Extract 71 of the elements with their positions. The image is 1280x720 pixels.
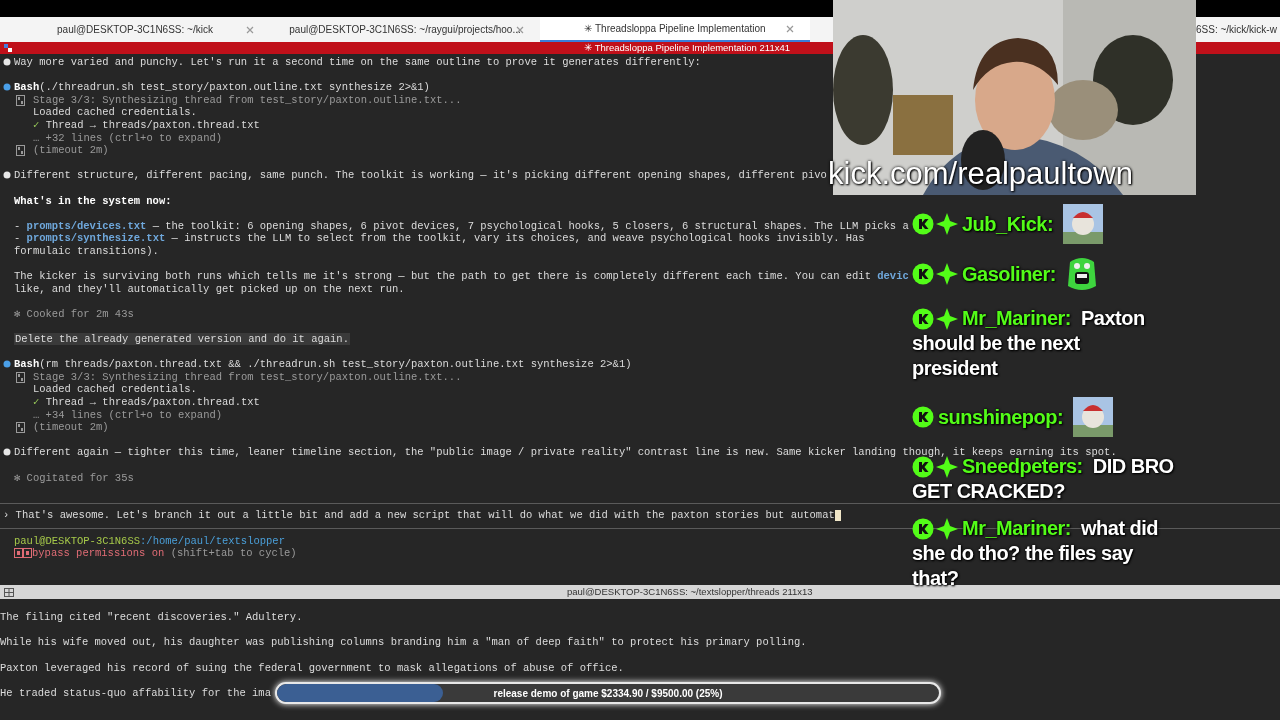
terminal-line: Stage 3/3: Synthesizing thread from test_story/paxton.outline.txt...	[33, 93, 462, 106]
terminal-line: He traded status-quo affability for the ima	[0, 686, 271, 699]
glyph-box-icon	[16, 145, 25, 157]
chat-username: Gasoliner:	[962, 261, 1056, 287]
tab[interactable]: 6SS: ~/kick/kick-w	[1196, 17, 1280, 42]
terminal-line: ✓ Thread → threads/paxton.thread.txt	[33, 118, 260, 131]
badge-icon	[912, 455, 934, 478]
goal-label: release demo of game $2334.90 / $9500.00 (25%)	[492, 686, 724, 701]
terminal-line: The kicker is surviving both runs which tells me it's strong — but the path to get there is completely different each time. You can edit devic	[14, 270, 909, 283]
chat-username: Mr_Mariner:	[962, 306, 1071, 331]
terminal-line: Stage 3/3: Synthesizing thread from test_story/paxton.outline.txt...	[33, 370, 462, 383]
bullet-icon	[3, 360, 11, 369]
close-icon[interactable]	[246, 25, 254, 34]
chat-username: Jub_Kick:	[962, 211, 1054, 237]
bullet-icon	[3, 448, 11, 457]
terminal-line: ✻ Cogitated for 35s	[14, 471, 134, 484]
chat-message: that?	[912, 566, 959, 591]
chat-message: Paxton	[1081, 306, 1145, 331]
terminal-line: ✓ Thread → threads/paxton.thread.txt	[33, 396, 260, 409]
title-text: ✳ Threadsloppa Pipeline Implementation 211x41	[584, 40, 790, 55]
terminal-icon	[4, 44, 12, 52]
chat-username: Mr_Mariner:	[962, 516, 1071, 541]
terminal-line: Way more varied and punchy. Let's run it a second time on the same outline to prove it generates differently:	[14, 56, 701, 68]
terminal-line: … +34 lines (ctrl+o to expand)	[33, 408, 223, 421]
text-cursor	[834, 510, 841, 522]
tab[interactable]: ✳ Threadsloppa Pipeline Implementation	[540, 17, 810, 42]
terminal-line: like, and they'll automatically get picked up on the next run.	[14, 282, 405, 295]
terminal-line: (timeout 2m)	[33, 144, 109, 157]
chat-username: sunshinepop:	[938, 404, 1064, 430]
chat-message: GET CRACKED?	[912, 479, 1065, 504]
close-icon[interactable]	[786, 24, 794, 33]
terminal-line: paul@DESKTOP-3C1N6SS:/home/paul/textslopper	[14, 534, 285, 547]
glyph-box-icon	[16, 422, 25, 434]
terminal-line: The filing cited "recent discoveries." Adultery.	[0, 611, 303, 623]
chat-message: should be the next	[912, 331, 1080, 356]
terminal-line: Loaded cached credentials.	[33, 383, 197, 396]
bullet-icon	[3, 171, 11, 180]
badge-icon	[912, 307, 934, 330]
badge-icon	[912, 263, 934, 285]
terminal-line: … +32 lines (ctrl+o to expand)	[33, 131, 223, 144]
terminal-line: Loaded cached credentials.	[33, 106, 197, 119]
terminal-line: Different again — tighter this time, leaner timeline section, the "public image / private reality" contrast line is new. Same kicker landing though, it keeps earning its spot.	[14, 446, 1117, 459]
terminal-line: › That's awesome. Let's branch it out a little bit and add a new script that will do what we did with the paxton stories but automat	[3, 509, 835, 522]
split-icon	[4, 587, 14, 597]
user-message: Delete the already generated version and do it again.	[14, 333, 350, 346]
terminal-line: Paxton leveraged his record of suing the federal government to mask allegations of abuse of office.	[0, 661, 624, 674]
terminal-line: Bash(./threadrun.sh test_story/paxton.outline.txt synthesize 2>&1)	[14, 81, 430, 94]
terminal-line: (timeout 2m)	[33, 421, 109, 434]
badge-icon	[912, 517, 934, 540]
chat-message: she do tho? the files say	[912, 541, 1133, 566]
terminal-line: - prompts/devices.txt — the toolkit: 6 opening shapes, 6 pivot devices, 7 psychological hooks, 5 closers, 6 structural shapes. The LLM picks a	[14, 219, 909, 232]
tab[interactable]: paul@DESKTOP-3C1N6SS: ~/raygui/projects/hoo...	[270, 17, 540, 42]
glyph-box-icon	[16, 371, 25, 383]
terminal-line: Different structure, different pacing, same punch. The toolkit is working — it's picking different opening shapes, different pivo	[14, 169, 827, 182]
chat-message: president	[912, 356, 998, 381]
emote-icon	[1065, 256, 1098, 292]
terminal-line: ✻ Cooked for 2m 43s	[14, 307, 134, 320]
bullet-icon	[3, 83, 11, 92]
terminal-line: Bash(rm threads/paxton.thread.txt && ./threadrun.sh test_story/paxton.outline.txt synthesize 2>&1)	[14, 358, 632, 371]
chat-message: what did	[1081, 516, 1159, 541]
terminal-line: While his wife moved out, his daughter was publishing columns branding him a "man of deep faith" to protect his primary polling.	[0, 636, 807, 649]
glyph-box-icon	[16, 94, 25, 106]
bullet-icon	[3, 58, 11, 66]
terminal-line: bypass permissions on (shift+tab to cycle)	[32, 547, 297, 560]
terminal-line: What's in the system now:	[14, 194, 172, 207]
pane-title: paul@DESKTOP-3C1N6SS: ~/textslopper/threads 211x13	[567, 584, 813, 599]
terminal-line: formulaic transitions).	[14, 244, 159, 257]
terminal-line: - prompts/synthesize.txt — instructs the LLM to select from the toolkit, vary its choices, and weave psychological hooks invisibly. Has	[14, 232, 865, 245]
tab[interactable]: paul@DESKTOP-3C1N6SS: ~/kick	[0, 17, 270, 42]
badge-icon	[912, 213, 934, 235]
mode-icon	[14, 548, 32, 559]
